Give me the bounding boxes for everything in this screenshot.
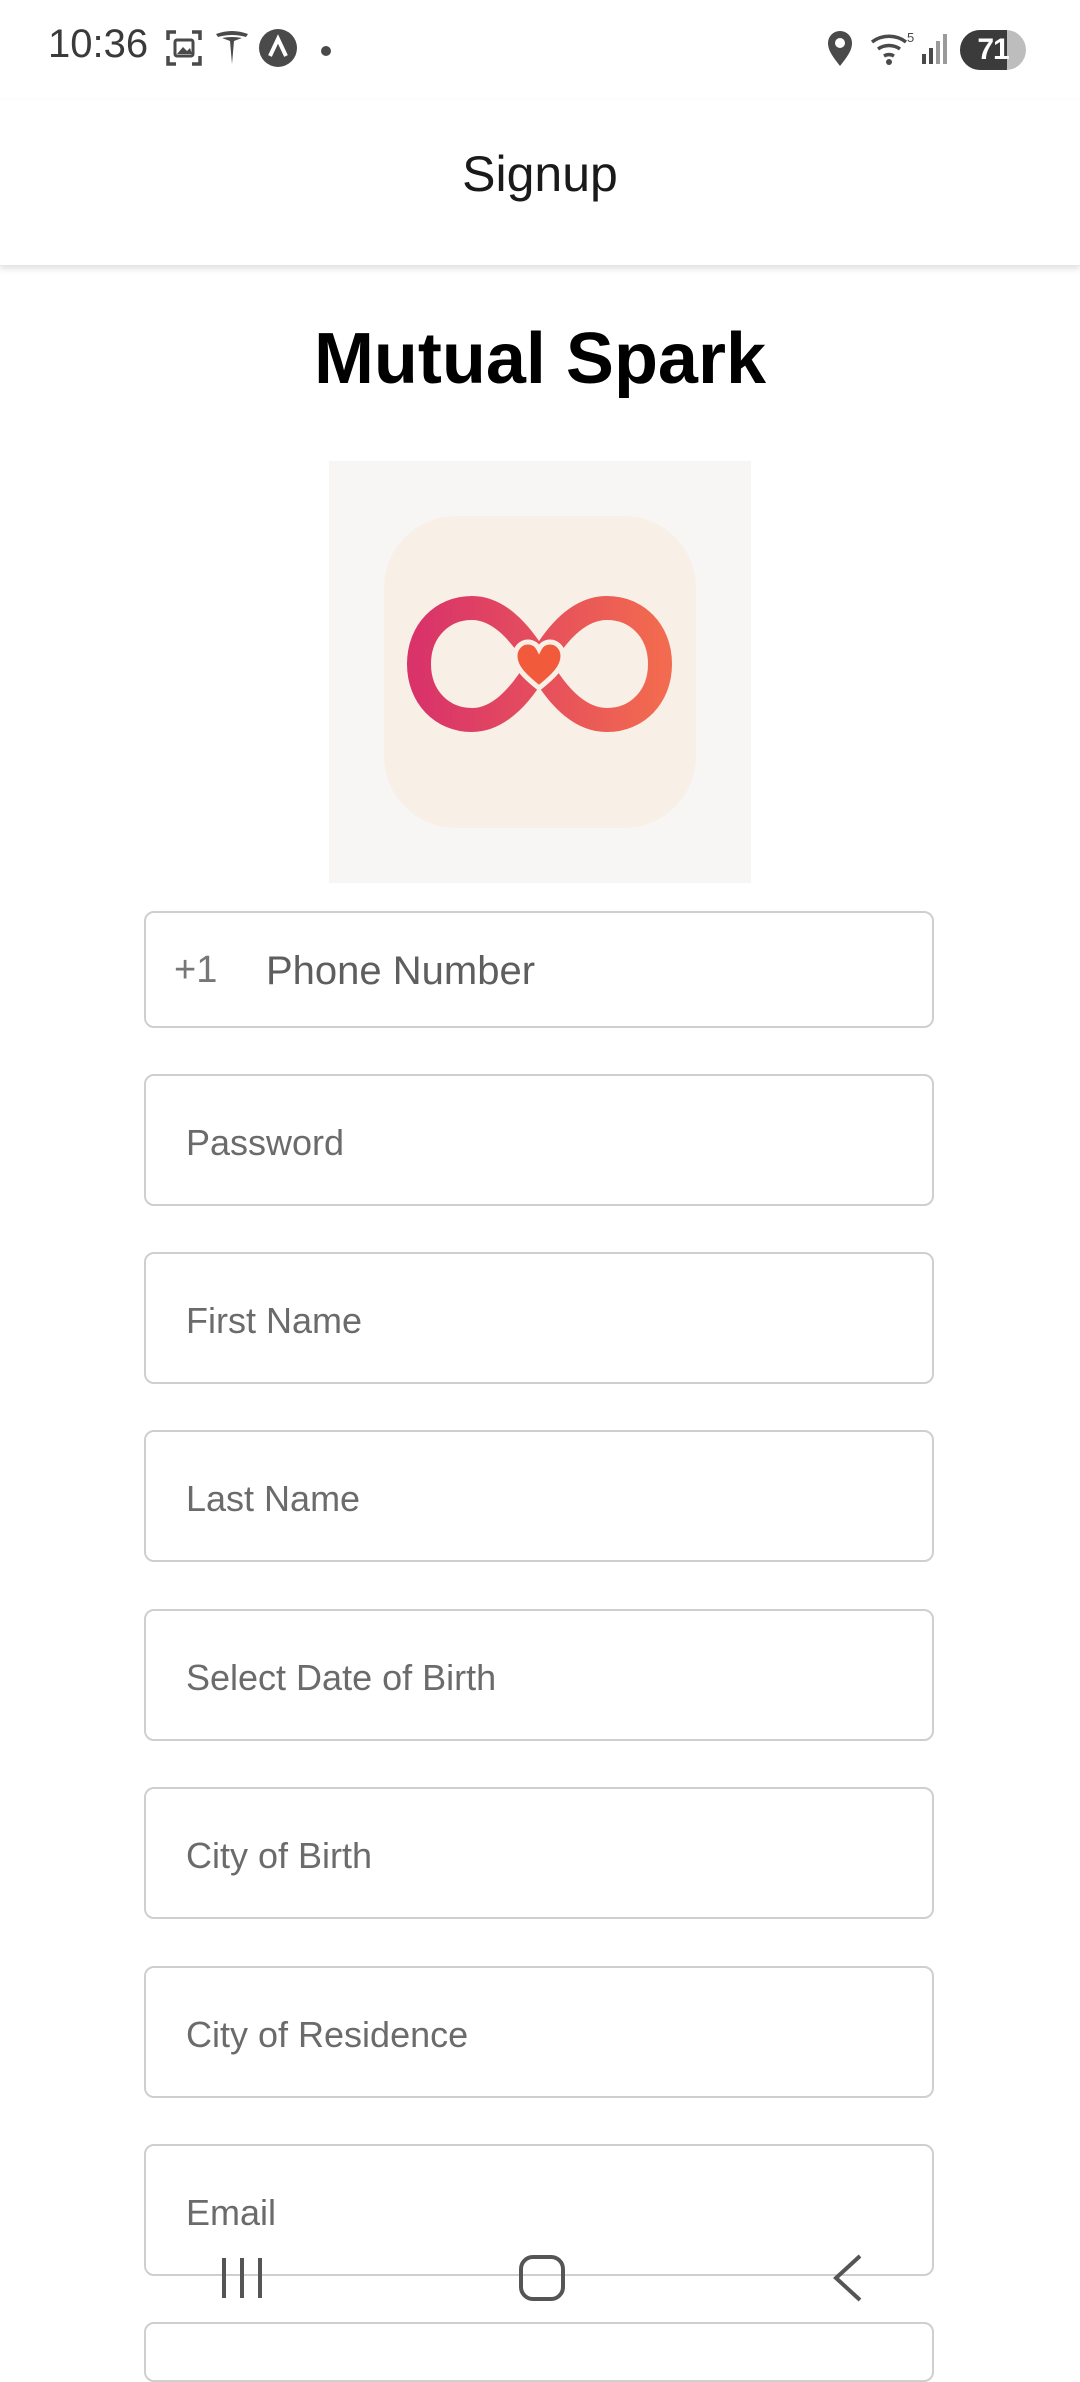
recent-apps-icon[interactable] [218, 2256, 268, 2305]
app-logo [329, 461, 751, 883]
wifi-icon: 5 [868, 28, 916, 73]
phone-field[interactable]: +1 Phone Number [144, 911, 934, 1028]
status-bar: 10:36 5 71 [0, 0, 1080, 100]
app-bar: Signup [0, 100, 1080, 266]
tesla-icon [212, 28, 252, 73]
first-name-field[interactable]: First Name [144, 1252, 934, 1384]
password-field[interactable]: Password [144, 1074, 934, 1206]
last-name-field[interactable]: Last Name [144, 1430, 934, 1562]
city-of-birth-field[interactable]: City of Birth [144, 1787, 934, 1919]
notification-dot-icon [320, 44, 332, 62]
date-of-birth-field[interactable]: Select Date of Birth [144, 1609, 934, 1741]
home-icon[interactable] [518, 2254, 566, 2307]
back-icon[interactable] [828, 2252, 868, 2309]
signal-icon [920, 28, 952, 73]
screenshot-icon [164, 28, 204, 73]
city-of-birth-placeholder: City of Birth [186, 1835, 373, 1876]
logo-tile [384, 516, 696, 828]
battery-level: 71 [977, 33, 1009, 66]
last-name-placeholder: Last Name [186, 1478, 361, 1519]
country-code-prefix[interactable]: +1 [174, 949, 217, 992]
phone-placeholder: Phone Number [266, 949, 536, 993]
password-placeholder: Password [186, 1122, 345, 1163]
first-name-placeholder: First Name [186, 1300, 363, 1341]
battery-icon: 71 [960, 30, 1026, 70]
city-of-residence-field[interactable]: City of Residence [144, 1966, 934, 2098]
city-of-residence-placeholder: City of Residence [186, 2014, 469, 2055]
infinity-heart-logo [407, 596, 672, 732]
status-time: 10:36 [48, 22, 149, 66]
location-icon [822, 28, 858, 73]
system-nav-bar [0, 2220, 1080, 2340]
brand-title: Mutual Spark [313, 319, 767, 399]
page-title: Signup [462, 146, 618, 202]
svg-text:5: 5 [907, 30, 914, 45]
date-of-birth-placeholder: Select Date of Birth [186, 1657, 497, 1698]
app-a-icon [258, 28, 298, 73]
